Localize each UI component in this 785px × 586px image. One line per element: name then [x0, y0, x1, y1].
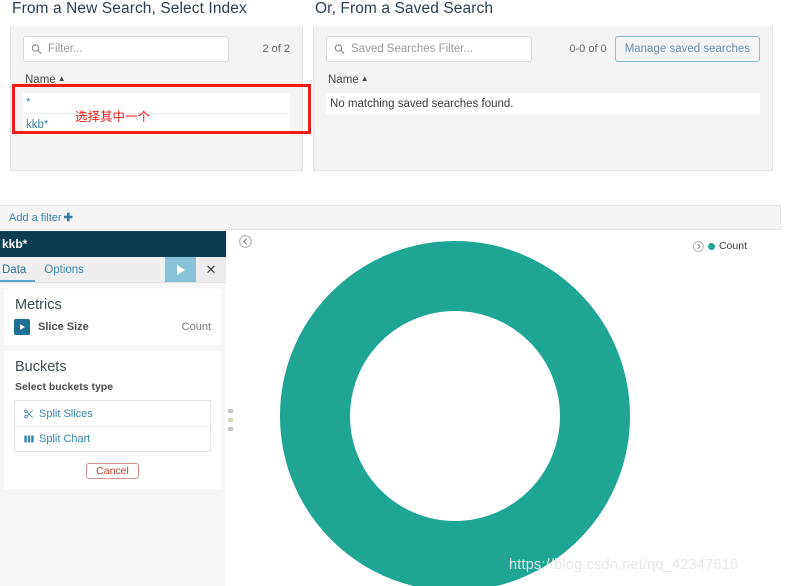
index-link[interactable]: * — [26, 97, 30, 109]
index-pattern-panel: 2 of 2 Name▲ * kkb* — [10, 26, 303, 171]
expand-metric-icon[interactable] — [14, 319, 30, 335]
bucket-option-split-slices-label: Split Slices — [39, 407, 93, 420]
index-filter-input[interactable] — [48, 43, 220, 55]
collapse-sidebar-toggle[interactable] — [239, 235, 252, 253]
watermark-text: https://blog.csdn.net/qq_42347616 — [509, 557, 739, 573]
handle-dot — [228, 427, 233, 431]
add-filter-label: Add a filter — [9, 212, 62, 224]
tab-data-label: Data — [2, 263, 27, 276]
saved-search-filter-search[interactable] — [326, 36, 532, 62]
play-icon — [19, 324, 25, 330]
vis-index-title: kkb* — [2, 237, 28, 251]
plus-icon: ✚ — [63, 212, 73, 224]
annotation-label: 选择其中一个 — [75, 110, 151, 124]
close-icon: ✕ — [205, 261, 217, 277]
cancel-button[interactable]: Cancel — [86, 463, 139, 479]
play-icon — [176, 264, 185, 275]
vis-tab-actions: ✕ — [165, 257, 226, 282]
bucket-option-split-chart-label: Split Chart — [39, 433, 91, 445]
chevron-left-circle-icon — [239, 235, 252, 248]
handle-dot — [228, 409, 233, 413]
vis-index-titlebar: kkb* — [0, 231, 226, 257]
sort-asc-caret-icon: ▲ — [360, 74, 369, 83]
sort-asc-caret-icon: ▲ — [57, 74, 66, 83]
donut-slice-count[interactable] — [280, 241, 630, 586]
add-filter-button[interactable]: Add a filter ✚ — [9, 211, 73, 224]
new-search-column: From a New Search, Select Index 2 of 2 — [10, 0, 303, 171]
filter-bar: Add a filter ✚ — [0, 205, 781, 230]
chevron-right-circle-icon — [693, 240, 704, 252]
tab-options-label: Options — [44, 263, 84, 276]
buckets-title: Buckets — [15, 359, 67, 375]
saved-search-column: Or, From a Saved Search 0-0 of 0 Manage … — [313, 0, 773, 171]
list-item[interactable]: kkb* — [23, 114, 290, 136]
metric-slice-size-label: Slice Size — [38, 321, 89, 333]
buckets-subtitle: Select buckets type — [15, 381, 114, 393]
new-search-title: From a New Search, Select Index — [12, 0, 247, 17]
metrics-card: Metrics Slice Size Count — [4, 289, 221, 345]
handle-dot — [228, 418, 233, 422]
visualization-source-wizard: From a New Search, Select Index 2 of 2 — [0, 0, 785, 178]
index-rows: * kkb* — [23, 93, 290, 136]
buckets-cancel-wrap: Cancel — [14, 461, 211, 479]
sidebar-resize-handle[interactable] — [228, 409, 233, 431]
saved-search-panel: 0-0 of 0 Manage saved searches Name▲ No … — [313, 26, 773, 171]
bucket-option-split-slices[interactable]: Split Slices — [15, 401, 210, 426]
saved-search-title: Or, From a Saved Search — [315, 0, 494, 17]
saved-search-column-name-label: Name — [328, 74, 359, 86]
search-icon — [334, 44, 345, 54]
tab-options[interactable]: Options — [35, 257, 93, 282]
legend-collapse-toggle[interactable] — [693, 240, 704, 252]
chart-legend: Count — [693, 240, 747, 252]
tab-data[interactable]: Data — [0, 257, 36, 282]
app-root: From a New Search, Select Index 2 of 2 — [0, 0, 785, 586]
legend-item-count: Count — [718, 240, 747, 252]
donut-chart-svg[interactable] — [279, 240, 631, 586]
search-icon — [31, 44, 42, 54]
saved-search-result-count: 0-0 of 0 — [569, 43, 607, 55]
legend-color-swatch — [707, 242, 715, 250]
index-column-name-label: Name — [25, 74, 56, 86]
grid-icon — [24, 434, 34, 444]
buckets-card: Buckets Select buckets type Split Slices — [4, 351, 221, 489]
bucket-type-list: Split Slices Split Chart — [14, 400, 211, 452]
donut-chart[interactable] — [279, 240, 631, 586]
index-filter-search[interactable] — [23, 36, 229, 62]
list-item[interactable]: * — [23, 93, 290, 114]
index-table-header[interactable]: Name ▲ — [25, 74, 290, 86]
index-link[interactable]: kkb* — [26, 119, 48, 131]
bucket-option-split-chart[interactable]: Split Chart — [15, 426, 210, 451]
scissors-icon — [24, 409, 34, 419]
metric-slice-size-row[interactable]: Slice Size Count — [14, 319, 211, 335]
vis-editor-tabs: Data Options ✕ — [0, 257, 226, 283]
visualization-chart-area: Count — [236, 231, 785, 586]
manage-saved-searches-button[interactable]: Manage saved searches — [614, 36, 760, 62]
vis-editor-sidebar: kkb* Data Options ✕ Metrics Slice Size C… — [0, 231, 226, 586]
apply-changes-button[interactable] — [165, 257, 196, 282]
index-result-count: 2 of 2 — [262, 43, 290, 55]
discard-changes-button[interactable]: ✕ — [196, 257, 226, 282]
metrics-title: Metrics — [15, 297, 62, 313]
saved-search-filter-input[interactable] — [351, 43, 523, 55]
saved-search-empty-message: No matching saved searches found. — [326, 93, 760, 114]
metric-slice-size-value: Count — [181, 321, 211, 333]
saved-search-table-header[interactable]: Name ▲ — [328, 74, 760, 86]
